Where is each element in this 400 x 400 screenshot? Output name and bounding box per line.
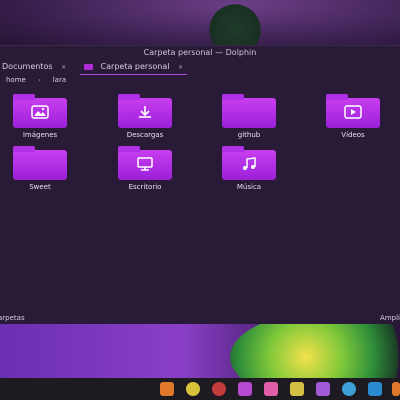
tab-documentos[interactable]: Documentos ✕ xyxy=(2,60,66,74)
folder-label: Descargas xyxy=(126,131,164,139)
tab-carpeta-personal[interactable]: Carpeta personal ✕ xyxy=(80,60,188,75)
download-icon xyxy=(139,106,151,118)
office-icon[interactable] xyxy=(290,382,304,396)
software-center-icon[interactable] xyxy=(264,382,278,396)
status-bar: arpetas Ampli xyxy=(0,314,400,324)
window-title: Carpeta personal — Dolphin xyxy=(143,48,257,57)
tab-label: Documentos xyxy=(2,62,53,71)
image-icon xyxy=(31,105,49,119)
folder-icon xyxy=(118,146,172,180)
music-icon xyxy=(243,157,256,170)
folder-icon xyxy=(118,94,172,128)
folder-item[interactable]: Descargas xyxy=(110,94,180,139)
desktop-icon xyxy=(137,157,153,171)
folder-icon xyxy=(13,146,67,180)
breadcrumb-item-home[interactable]: home xyxy=(6,76,26,84)
chevron-right-icon: › xyxy=(38,77,41,84)
folder-item[interactable]: Sweet xyxy=(5,146,75,191)
folder-label: github xyxy=(237,131,261,139)
status-right: Ampli xyxy=(380,314,400,322)
folder-icon xyxy=(222,146,276,180)
telegram-icon[interactable] xyxy=(342,382,356,396)
wallpaper-top xyxy=(0,0,400,60)
folder-label: Escritorio xyxy=(128,183,162,191)
chrome-icon[interactable] xyxy=(186,382,200,396)
folder-item[interactable]: Vídeos xyxy=(318,94,388,139)
image-viewer-icon[interactable] xyxy=(316,382,330,396)
folder-icon xyxy=(222,94,276,128)
breadcrumb: home › lara xyxy=(6,76,76,84)
folder-item[interactable]: Música xyxy=(214,146,284,191)
taskbar xyxy=(0,378,400,400)
tab-label: Carpeta personal xyxy=(100,62,170,71)
folder-icon xyxy=(84,63,93,70)
folder-label: Imágenes xyxy=(22,131,58,139)
status-left: arpetas xyxy=(0,314,25,322)
wallpaper-dragon-scales xyxy=(230,322,400,378)
close-icon[interactable]: ✕ xyxy=(61,64,66,71)
folder-label: Vídeos xyxy=(341,131,365,139)
folder-item[interactable]: github xyxy=(214,94,284,139)
close-icon[interactable]: ✕ xyxy=(178,64,183,71)
folder-label: Música xyxy=(236,183,262,191)
terminal-icon[interactable] xyxy=(368,382,382,396)
folder-icon[interactable] xyxy=(160,382,174,396)
dolphin-window: Carpeta personal — Dolphin Documentos ✕ … xyxy=(0,45,400,324)
video-icon xyxy=(344,105,362,119)
tab-bar: Documentos ✕ Carpeta personal ✕ xyxy=(0,60,400,75)
folder-item[interactable]: Escritorio xyxy=(110,146,180,191)
folder-icon xyxy=(13,94,67,128)
breadcrumb-item-lara[interactable]: lara xyxy=(53,76,66,84)
folder-item[interactable]: Imágenes xyxy=(5,94,75,139)
wallpaper-bottom xyxy=(0,322,400,378)
folder-label: Sweet xyxy=(29,183,51,191)
settings-icon[interactable] xyxy=(238,382,252,396)
app-icon[interactable] xyxy=(392,382,400,396)
folder-icon xyxy=(326,94,380,128)
eye-icon[interactable] xyxy=(212,382,226,396)
